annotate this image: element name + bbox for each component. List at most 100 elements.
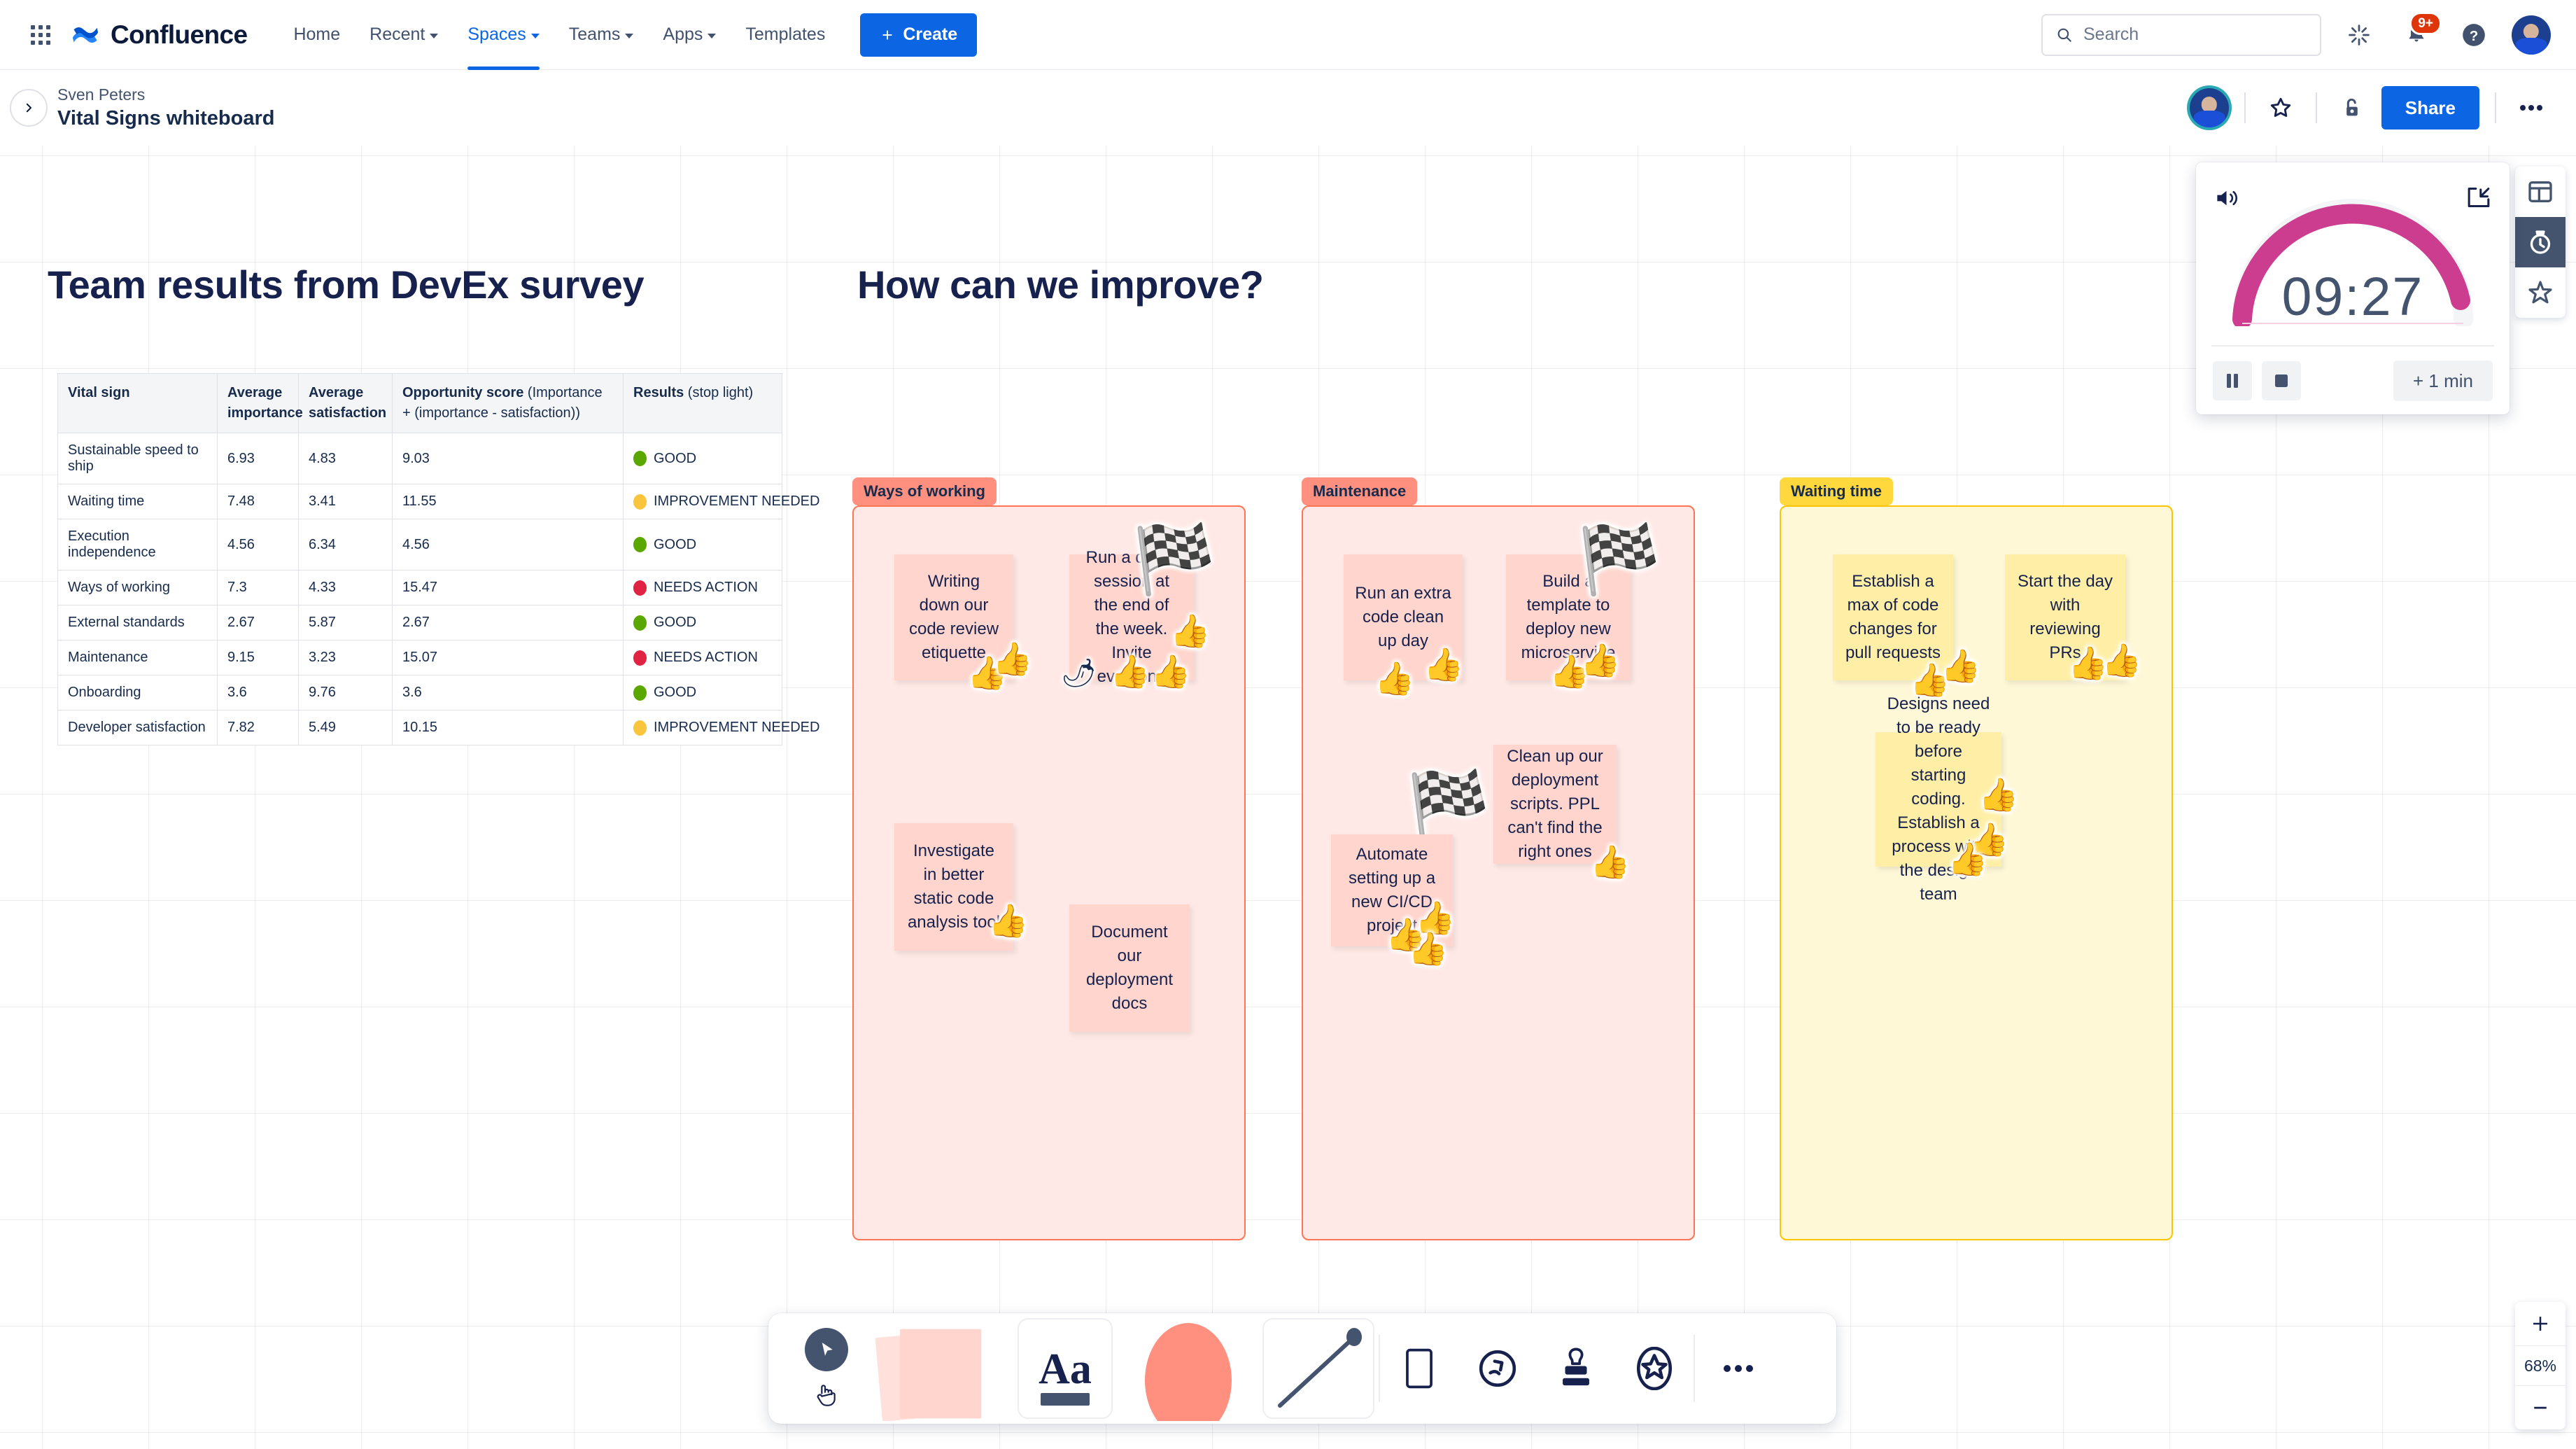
- nav-item-spaces[interactable]: Spaces: [455, 15, 551, 70]
- group-label-maintenance[interactable]: Maintenance: [1302, 477, 1418, 505]
- create-button[interactable]: Create: [860, 13, 978, 57]
- heading-team-results[interactable]: Team results from DevEx survey: [48, 262, 645, 307]
- table-row[interactable]: Onboarding 3.6 9.76 3.6 GOOD: [57, 675, 782, 710]
- atlassian-intelligence-icon[interactable]: [2339, 15, 2379, 55]
- nav-item-teams[interactable]: Teams: [556, 15, 647, 55]
- thumbs-up-sticker[interactable]: 👍: [988, 904, 1028, 937]
- whiteboard-canvas[interactable]: Team results from DevEx survey How can w…: [0, 146, 2576, 1449]
- search-icon: [2057, 28, 2071, 42]
- thumbs-up-sticker[interactable]: 👍: [1110, 655, 1150, 687]
- collaborator-avatar[interactable]: [2189, 88, 2229, 127]
- zoom-level[interactable]: 68%: [2515, 1345, 2566, 1386]
- profile-avatar[interactable]: [2512, 15, 2551, 55]
- stamp-icon: [1563, 1348, 1589, 1386]
- group-maintenance[interactable]: Run an extra code clean up day 👍 👍 Build…: [1302, 505, 1695, 1240]
- smart-link-tool[interactable]: [1458, 1313, 1537, 1424]
- more-actions-icon[interactable]: [2512, 88, 2551, 127]
- sticky-note-tool[interactable]: [872, 1313, 1012, 1424]
- zoom-in-button[interactable]: [2515, 1302, 2566, 1345]
- nav-item-label: Teams: [568, 24, 621, 44]
- nav-item-home[interactable]: Home: [281, 15, 353, 55]
- share-button[interactable]: Share: [2381, 86, 2479, 130]
- timer-controls: + 1 min: [2196, 347, 2510, 414]
- cell-satisfaction: 5.87: [298, 605, 393, 640]
- text-tool[interactable]: Aa: [1012, 1313, 1118, 1424]
- heading-how-can-we-improve[interactable]: How can we improve?: [857, 262, 1264, 307]
- line-tool[interactable]: [1258, 1313, 1379, 1424]
- breadcrumb[interactable]: Sven Peters: [57, 85, 274, 104]
- zoom-control: 68%: [2515, 1302, 2566, 1429]
- cell-vital-sign: Onboarding: [57, 675, 218, 710]
- start-flag-sticker[interactable]: 🏁: [1407, 773, 1491, 840]
- thumbs-up-sticker[interactable]: 👍: [1374, 662, 1414, 694]
- timer-icon[interactable]: [2515, 217, 2566, 267]
- thumbs-up-sticker[interactable]: 👍: [1415, 902, 1455, 934]
- stamp-tool[interactable]: [1537, 1313, 1615, 1424]
- col-label: Results: [633, 385, 684, 400]
- table-row[interactable]: Maintenance 9.15 3.23 15.07 NEEDS ACTION: [57, 640, 782, 676]
- hand-tool[interactable]: [812, 1381, 840, 1409]
- nav-item-label: Templates: [745, 24, 826, 44]
- expand-sidebar-chevron-icon[interactable]: [10, 89, 48, 127]
- global-nav-actions: Search 9+ ?: [2041, 11, 2551, 56]
- group-waiting-time[interactable]: Establish a max of code changes for pull…: [1780, 505, 2173, 1240]
- thumbs-up-sticker[interactable]: 👍: [1150, 655, 1190, 687]
- start-flag-sticker[interactable]: 🏁: [1132, 526, 1216, 594]
- sticker-tool[interactable]: [1615, 1313, 1694, 1424]
- unlock-icon[interactable]: [2332, 88, 2372, 127]
- shape-tool[interactable]: [1118, 1313, 1258, 1424]
- templates-icon[interactable]: [2515, 167, 2566, 217]
- zoom-out-button[interactable]: [2515, 1386, 2566, 1429]
- thumbs-up-sticker[interactable]: 👍: [2102, 644, 2141, 676]
- more-tools[interactable]: [1695, 1313, 1782, 1424]
- nav-item-templates[interactable]: Templates: [733, 15, 838, 55]
- thumbs-up-sticker[interactable]: 👍: [1941, 650, 1980, 682]
- app-switcher-icon[interactable]: [22, 17, 59, 53]
- nav-item-apps[interactable]: Apps: [650, 15, 729, 55]
- thumbs-up-sticker[interactable]: 👍: [1590, 846, 1630, 878]
- group-label-ways-of-working[interactable]: Ways of working: [852, 477, 997, 505]
- start-flag-sticker[interactable]: 🏁: [1577, 526, 1661, 594]
- thumbs-up-sticker[interactable]: 👍: [1948, 843, 1987, 875]
- whiteboard-right-rail: [2515, 167, 2566, 318]
- col-sublabel: (stop light): [684, 385, 754, 400]
- search-input[interactable]: Search: [2041, 13, 2321, 56]
- confluence-logo[interactable]: Confluence: [70, 20, 248, 50]
- chili-sticker[interactable]: 🌶: [1061, 659, 1097, 687]
- section-tool[interactable]: [1380, 1313, 1458, 1424]
- status-badge-label: IMPROVEMENT NEEDED: [654, 493, 820, 509]
- group-ways-of-working[interactable]: Writing down our code review etiquette 👍…: [852, 505, 1246, 1240]
- thumbs-up-sticker[interactable]: 👍: [1580, 644, 1620, 676]
- vital-signs-table[interactable]: Vital sign Average importance Average sa…: [57, 373, 819, 746]
- cell-result: GOOD: [623, 605, 782, 640]
- star-icon[interactable]: [2261, 88, 2300, 127]
- thumbs-up-sticker[interactable]: 👍: [1423, 648, 1463, 680]
- nav-item-recent[interactable]: Recent: [357, 15, 451, 55]
- help-icon[interactable]: ?: [2454, 15, 2493, 55]
- page-title[interactable]: Vital Signs whiteboard: [57, 107, 274, 130]
- thumbs-up-sticker[interactable]: 👍: [1408, 932, 1448, 965]
- cell-vital-sign: Maintenance: [57, 640, 218, 676]
- add-one-minute-button[interactable]: + 1 min: [2393, 360, 2493, 401]
- pause-button[interactable]: [2213, 361, 2252, 400]
- table-row[interactable]: Ways of working 7.3 4.33 15.47 NEEDS ACT…: [57, 570, 782, 606]
- stickers-icon[interactable]: [2515, 267, 2566, 318]
- status-badge-dot: [633, 451, 647, 467]
- stop-button[interactable]: [2262, 361, 2301, 400]
- select-tool[interactable]: [805, 1328, 848, 1371]
- brand-name: Confluence: [111, 20, 248, 49]
- sticky-note[interactable]: Document our deployment docs: [1069, 904, 1190, 1032]
- table-row[interactable]: External standards 2.67 5.87 2.67 GOOD: [57, 605, 782, 640]
- notifications-bell-icon[interactable]: 9+: [2397, 11, 2442, 55]
- table-row[interactable]: Execution independence 4.56 6.34 4.56 GO…: [57, 519, 782, 570]
- table-row[interactable]: Developer satisfaction 7.82 5.49 10.15 I…: [57, 710, 819, 746]
- table-row[interactable]: Waiting time 7.48 3.41 11.55 IMPROVEMENT…: [57, 484, 819, 519]
- table-row[interactable]: Sustainable speed to ship 6.93 4.83 9.03…: [57, 433, 782, 484]
- thumbs-up-sticker[interactable]: 👍: [992, 643, 1032, 675]
- timer-widget[interactable]: 09:27 + 1 min: [2196, 162, 2510, 414]
- section-frame-icon: [1406, 1348, 1433, 1389]
- thumbs-up-sticker[interactable]: 👍: [1170, 615, 1210, 647]
- thumbs-up-sticker[interactable]: 👍: [1978, 778, 2018, 811]
- group-label-waiting-time[interactable]: Waiting time: [1780, 477, 1893, 505]
- status-badge-label: NEEDS ACTION: [654, 650, 758, 665]
